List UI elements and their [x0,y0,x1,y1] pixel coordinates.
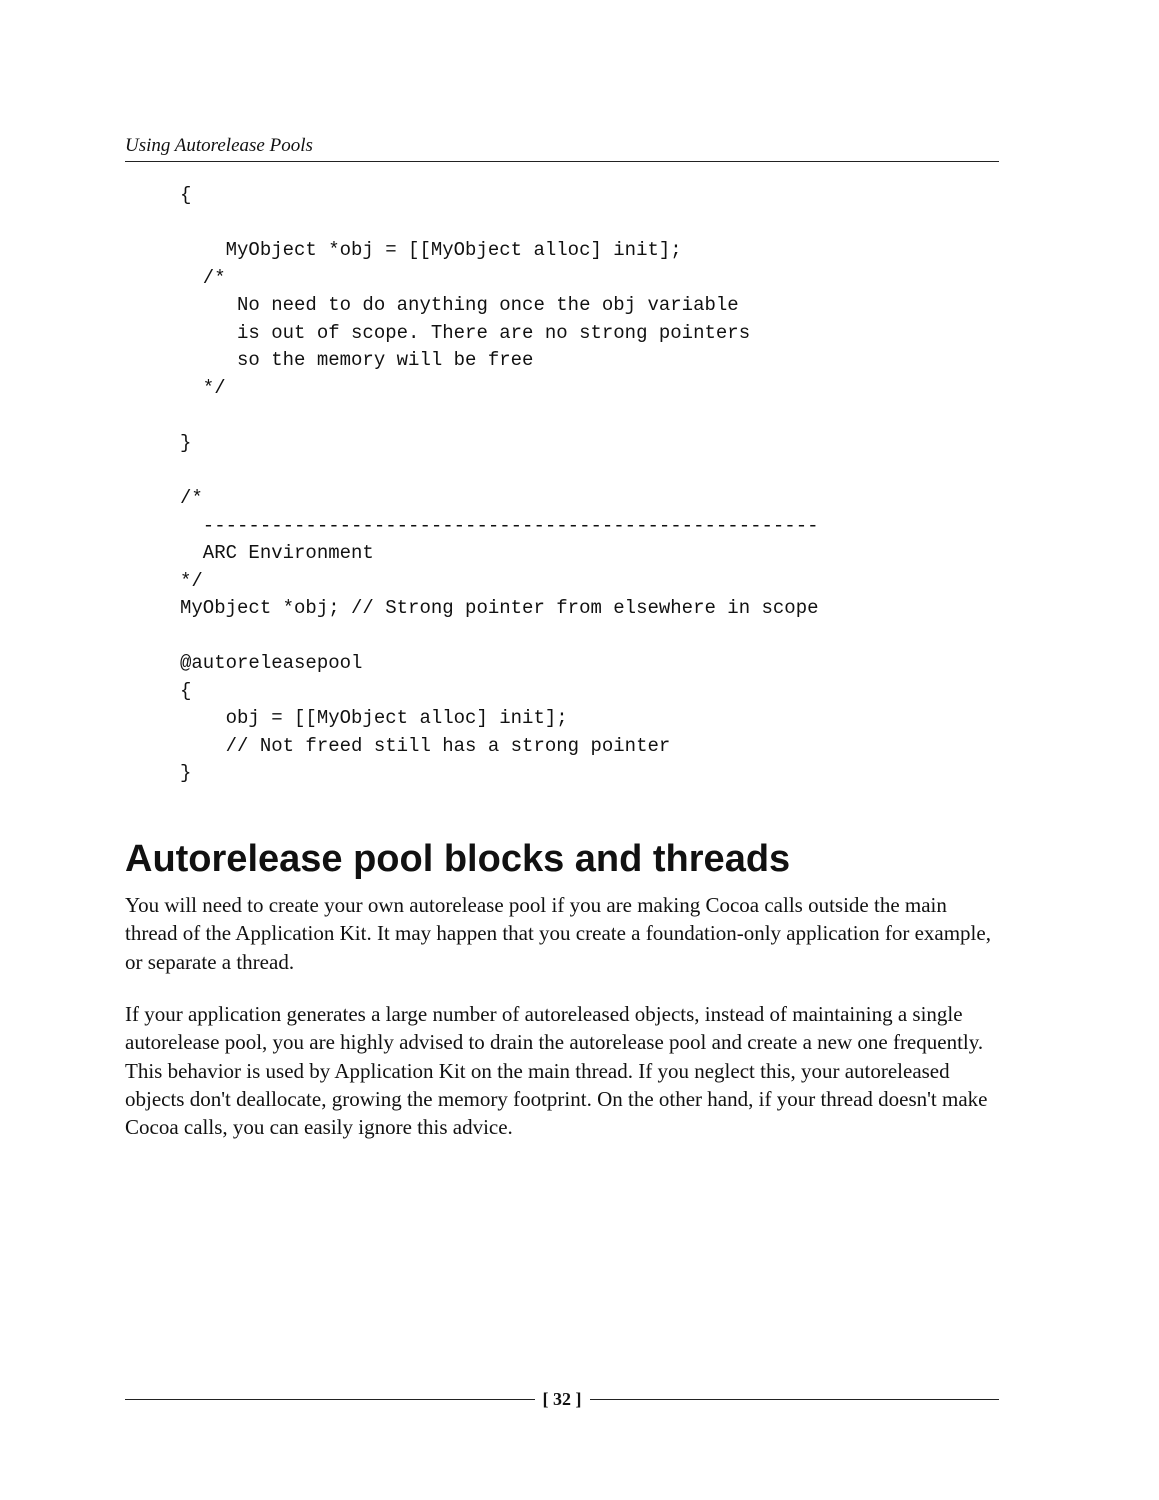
body-paragraph-2: If your application generates a large nu… [125,1000,999,1142]
footer-rule-left [125,1399,535,1400]
page-number: [ 32 ] [535,1389,590,1410]
page: Using Autorelease Pools { MyObject *obj … [0,0,1159,1500]
footer-rule-right [590,1399,1000,1400]
page-footer: [ 32 ] [125,1389,999,1410]
running-header: Using Autorelease Pools [125,135,999,162]
code-block: { MyObject *obj = [[MyObject alloc] init… [180,182,999,788]
body-paragraph-1: You will need to create your own autorel… [125,891,999,976]
section-heading: Autorelease pool blocks and threads [125,838,999,881]
